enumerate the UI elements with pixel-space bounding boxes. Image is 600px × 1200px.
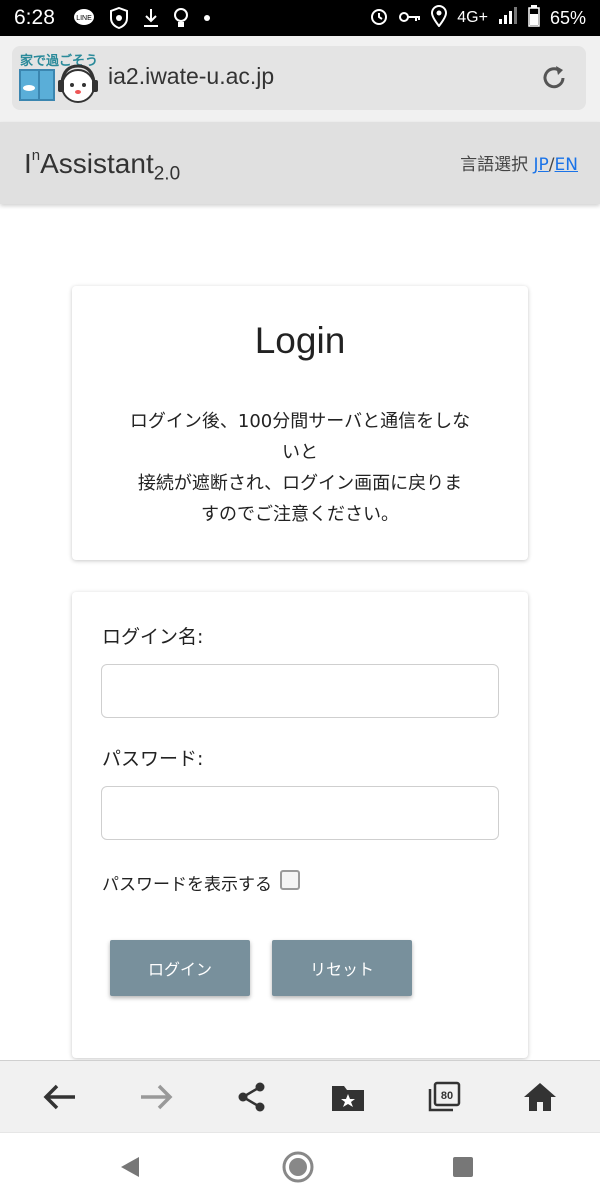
- key-icon: [399, 8, 421, 29]
- tabs-icon[interactable]: 80: [424, 1077, 464, 1117]
- app-header: InAssistant2.0 言語選択 JP/EN: [0, 122, 600, 204]
- download-icon: [143, 8, 159, 28]
- home-icon[interactable]: [520, 1077, 560, 1117]
- login-info-card: Login ログイン後、100分間サーバと通信をしな いと 接続が遮断され、ログ…: [72, 286, 528, 560]
- language-label: 言語選択: [460, 155, 529, 175]
- language-jp-link[interactable]: JP: [534, 155, 549, 175]
- tab-count: 80: [441, 1090, 453, 1102]
- system-nav-bar: [0, 1132, 600, 1200]
- notice-line: ログイン後、100分間サーバと通信をしな: [129, 411, 471, 432]
- show-password-checkbox[interactable]: [280, 869, 300, 890]
- dot-icon: [203, 14, 211, 22]
- stay-home-logo: 家で過ごそう: [18, 50, 102, 106]
- back-triangle-icon[interactable]: [110, 1147, 150, 1187]
- back-arrow-icon[interactable]: [40, 1077, 80, 1117]
- language-en-link[interactable]: EN: [555, 155, 578, 175]
- notice-line: すのでご注意ください。: [201, 504, 399, 525]
- forward-arrow-icon[interactable]: [136, 1077, 176, 1117]
- recents-square-icon[interactable]: [443, 1147, 483, 1187]
- brand-title[interactable]: InAssistant2.0: [24, 146, 181, 186]
- login-name-input[interactable]: [101, 664, 499, 718]
- password-label: パスワード:: [102, 748, 204, 770]
- location-icon: [431, 4, 448, 32]
- signal-icon: [498, 6, 518, 30]
- line-icon: LINE: [73, 8, 95, 28]
- reload-icon[interactable]: [538, 62, 570, 94]
- url-text: ia2.iwate-u.ac.jp: [108, 63, 275, 89]
- session-timeout-notice: ログイン後、100分間サーバと通信をしな いと 接続が遮断され、ログイン画面に戻…: [94, 406, 506, 530]
- bookmark-folder-icon[interactable]: [328, 1077, 368, 1117]
- battery-icon: [528, 4, 540, 32]
- notice-line: いと: [282, 442, 318, 463]
- browser-toolbar: 家で過ごそう ia2.iwate-u.ac.jp: [0, 36, 600, 122]
- vpn-shield-icon: [109, 7, 129, 29]
- url-bar[interactable]: 家で過ごそう ia2.iwate-u.ac.jp: [12, 46, 586, 110]
- login-name-label: ログイン名:: [102, 626, 204, 648]
- brand-main: Assistant: [40, 148, 154, 179]
- page-title: Login: [254, 320, 346, 361]
- network-type: 4G+: [457, 9, 488, 26]
- password-input[interactable]: [101, 786, 499, 840]
- reset-button[interactable]: リセット: [272, 940, 412, 996]
- svg-text:LINE: LINE: [76, 15, 92, 22]
- login-button[interactable]: ログイン: [110, 940, 250, 996]
- brand-version: 2.0: [153, 163, 181, 185]
- browser-bottom-toolbar: 80: [0, 1060, 600, 1132]
- notice-line: 接続が遮断され、ログイン画面に戻りま: [137, 473, 463, 494]
- home-circle-icon[interactable]: [278, 1147, 318, 1187]
- login-form-card: ログイン名: パスワード: パスワードを表示する ログイン リセット: [72, 592, 528, 1058]
- brand-prefix: I: [24, 148, 32, 179]
- alarm-icon: [369, 6, 389, 31]
- show-password-row: パスワードを表示する: [102, 869, 300, 895]
- brand-superscript: n: [31, 146, 41, 164]
- show-password-label: パスワードを表示する: [102, 875, 272, 895]
- status-bar: 6:28 LINE 4G+ 65%: [0, 0, 600, 36]
- battery-percent: 65%: [549, 7, 586, 28]
- bulb-icon: [173, 7, 189, 29]
- share-icon[interactable]: [232, 1077, 272, 1117]
- language-selector: 言語選択 JP/EN: [460, 150, 578, 175]
- status-time: 6:28: [14, 6, 55, 29]
